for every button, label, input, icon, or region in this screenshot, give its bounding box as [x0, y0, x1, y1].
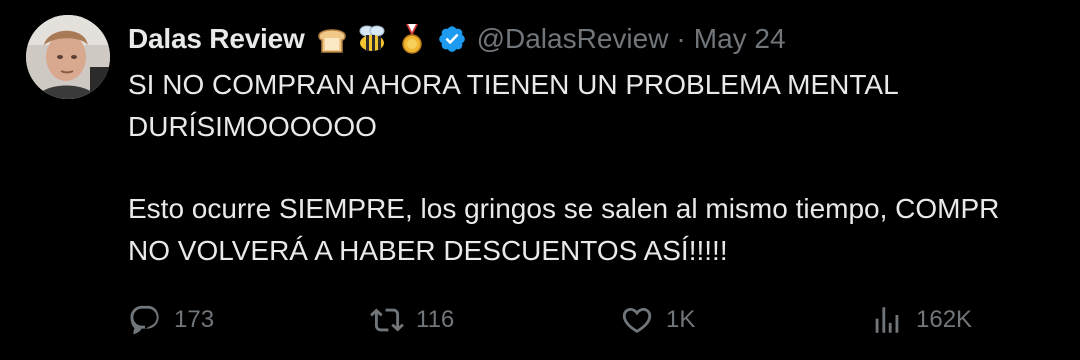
bee-icon: [355, 22, 389, 56]
retweet-button[interactable]: 116: [370, 300, 454, 340]
retweet-icon: [370, 308, 404, 332]
tweet-text-line: NO VOLVERÁ A HABER DESCUENTOS ASÍ!!!!!: [128, 235, 728, 266]
tweet-text-line: SI NO COMPRAN AHORA TIENEN UN PROBLEMA M…: [128, 69, 899, 100]
like-button[interactable]: 1K: [620, 300, 695, 340]
display-name[interactable]: Dalas Review: [128, 23, 305, 55]
avatar[interactable]: [26, 15, 110, 99]
reply-icon: [130, 305, 159, 335]
avatar-image: [26, 15, 110, 99]
views-button[interactable]: 162K: [870, 300, 972, 340]
heart-icon: [622, 307, 652, 333]
bread-icon: [315, 22, 349, 56]
reply-count: 173: [174, 306, 215, 333]
tweet-text: SI NO COMPRAN AHORA TIENEN UN PROBLEMA M…: [128, 64, 1080, 272]
action-bar: 173 116 1K 162K: [128, 300, 1028, 340]
retweet-count: 116: [416, 306, 455, 333]
reply-button[interactable]: 173: [128, 300, 214, 340]
verified-badge-icon[interactable]: [437, 24, 467, 54]
separator-dot: ·: [676, 23, 686, 54]
tweet-header: Dalas Review @DalasReview · May 24: [128, 18, 786, 60]
handle[interactable]: @DalasReview: [477, 23, 669, 55]
tweet-text-line: DURÍSIMOOOOOO: [128, 111, 377, 142]
medal-icon: [395, 22, 429, 56]
timestamp[interactable]: May 24: [694, 23, 786, 55]
views-icon: [875, 307, 899, 333]
tweet-text-line: Esto ocurre SIEMPRE, los gringos se sale…: [128, 193, 1000, 224]
like-count: 1K: [666, 306, 696, 333]
tweet[interactable]: Dalas Review @DalasReview · May 24 SI NO…: [0, 0, 1080, 360]
views-count: 162K: [916, 306, 973, 333]
